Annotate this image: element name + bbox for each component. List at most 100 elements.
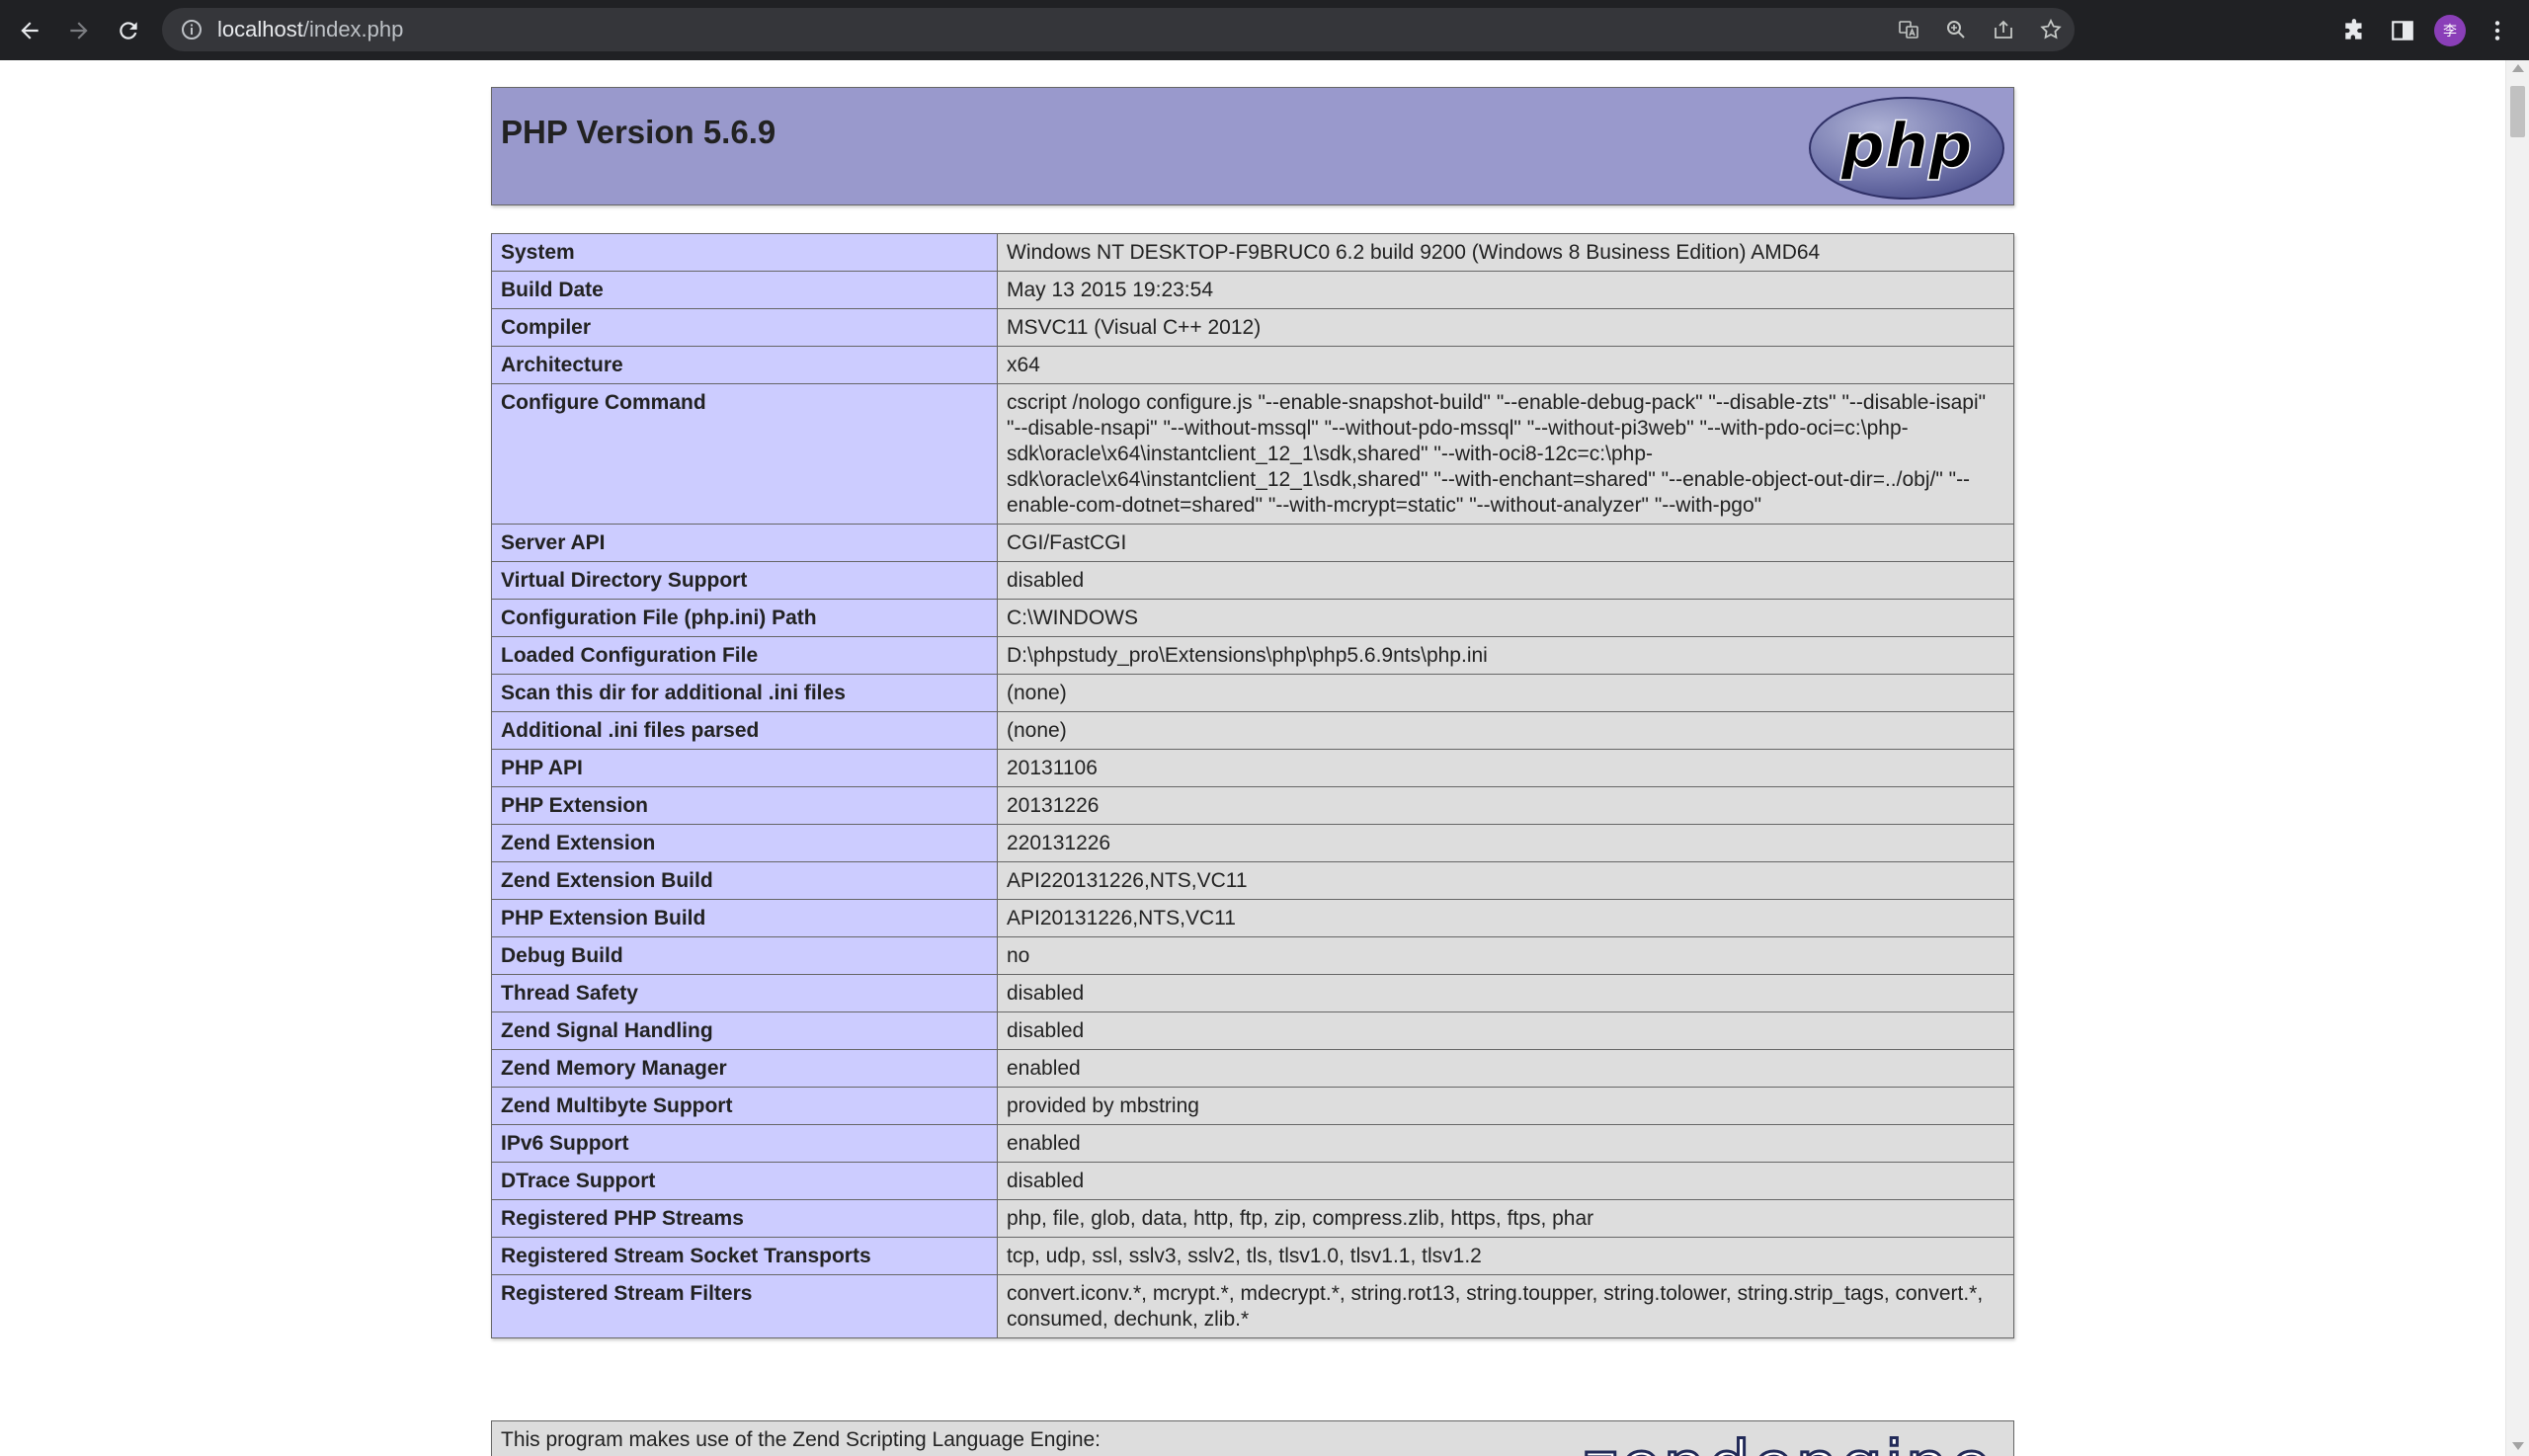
vertical-scrollbar[interactable] — [2505, 60, 2529, 1456]
php-logo-icon[interactable]: php — [1808, 96, 2005, 201]
row-key: Compiler — [491, 308, 998, 347]
bookmark-button[interactable] — [2027, 8, 2075, 51]
table-row: Configuration File (php.ini) Path C:\WIND… — [491, 599, 2014, 637]
table-row: PHP Extension Build API20131226,NTS,VC11 — [491, 899, 2014, 937]
row-key: Registered Stream Socket Transports — [491, 1237, 998, 1275]
menu-button[interactable] — [2474, 7, 2521, 54]
avatar: 李 — [2434, 14, 2466, 46]
url-path: /index.php — [302, 17, 404, 41]
row-value: (none) — [997, 674, 2014, 712]
table-row: Zend Multibyte Support provided by mbstri… — [491, 1087, 2014, 1125]
row-value: 20131106 — [997, 749, 2014, 787]
row-key: System — [491, 233, 998, 272]
row-key: Architecture — [491, 346, 998, 384]
zoom-icon — [1947, 21, 1965, 39]
row-key: PHP Extension Build — [491, 899, 998, 937]
scrollbar-thumb[interactable] — [2510, 86, 2525, 137]
table-row: Registered Stream Socket Transports tcp, … — [491, 1237, 2014, 1275]
table-row: Loaded Configuration File D:\phpstudy_pro… — [491, 636, 2014, 675]
side-panel-icon — [2392, 20, 2413, 40]
row-value: disabled — [997, 1011, 2014, 1050]
table-row: Zend Memory Manager enabled — [491, 1049, 2014, 1088]
row-value: enabled — [997, 1124, 2014, 1163]
row-value: x64 — [997, 346, 2014, 384]
row-value: php, file, glob, data, http, ftp, zip, c… — [997, 1199, 2014, 1238]
url-text[interactable]: localhost/index.php — [217, 17, 403, 42]
row-value: enabled — [997, 1049, 2014, 1088]
row-key: PHP API — [491, 749, 998, 787]
row-value: convert.iconv.*, mcrypt.*, mdecrypt.*, s… — [997, 1274, 2014, 1338]
table-row: Build Date May 13 2015 19:23:54 — [491, 271, 2014, 309]
row-key: Thread Safety — [491, 974, 998, 1012]
row-value: (none) — [997, 711, 2014, 750]
kebab-menu-icon — [2494, 20, 2500, 40]
translate-button[interactable] — [1885, 8, 1932, 51]
reload-icon — [120, 21, 137, 40]
table-row: Debug Build no — [491, 936, 2014, 975]
table-row: Zend Signal Handling disabled — [491, 1011, 2014, 1050]
row-value: 220131226 — [997, 824, 2014, 862]
translate-icon — [1899, 21, 1918, 39]
back-button[interactable] — [10, 11, 49, 50]
address-bar[interactable]: localhost/index.php — [162, 8, 2075, 51]
forward-button[interactable] — [59, 11, 99, 50]
row-value: MSVC11 (Visual C++ 2012) — [997, 308, 2014, 347]
row-value: provided by mbstring — [997, 1087, 2014, 1125]
table-row: Registered PHP Streams php, file, glob, d… — [491, 1199, 2014, 1238]
table-row: PHP Extension 20131226 — [491, 786, 2014, 825]
zend-description: This program makes use of the Zend Scrip… — [501, 1428, 1101, 1451]
share-icon — [1995, 20, 2012, 39]
arrow-left-icon — [21, 21, 39, 40]
row-value: C:\WINDOWS — [997, 599, 2014, 637]
php-header: PHP Version 5.6.9 php — [491, 87, 2014, 205]
zend-engine-box: This program makes use of the Zend Scrip… — [491, 1420, 2014, 1456]
row-key: Registered Stream Filters — [491, 1274, 998, 1338]
table-row: Architecture x64 — [491, 346, 2014, 384]
extensions-button[interactable] — [2331, 7, 2379, 54]
row-key: Additional .ini files parsed — [491, 711, 998, 750]
arrow-right-icon — [70, 21, 88, 40]
row-key: Virtual Directory Support — [491, 561, 998, 600]
row-value: no — [997, 936, 2014, 975]
side-panel-button[interactable] — [2379, 7, 2426, 54]
row-key: Debug Build — [491, 936, 998, 975]
row-value: 20131226 — [997, 786, 2014, 825]
row-value: disabled — [997, 1162, 2014, 1200]
table-row: Registered Stream Filters convert.iconv.*… — [491, 1274, 2014, 1338]
info-icon[interactable] — [180, 18, 204, 41]
row-key: Zend Extension Build — [491, 861, 998, 900]
row-key: Loaded Configuration File — [491, 636, 998, 675]
puzzle-icon — [2345, 18, 2362, 40]
row-key: Zend Multibyte Support — [491, 1087, 998, 1125]
zoom-button[interactable] — [1932, 8, 1980, 51]
star-icon — [2040, 18, 2062, 40]
php-info-table: System Windows NT DESKTOP-F9BRUC0 6.2 bui… — [491, 233, 2014, 1338]
table-row: Additional .ini files parsed (none) — [491, 711, 2014, 750]
row-value: May 13 2015 19:23:54 — [997, 271, 2014, 309]
row-value: API20131226,NTS,VC11 — [997, 899, 2014, 937]
profile-button[interactable]: 李 — [2426, 7, 2474, 54]
table-row: Configure Command cscript /nologo configu… — [491, 383, 2014, 525]
page-title: PHP Version 5.6.9 — [501, 114, 776, 150]
table-row: IPv6 Support enabled — [491, 1124, 2014, 1163]
zend-engine-logo-icon[interactable]: zendengine — [1583, 1423, 2007, 1456]
table-row: Zend Extension Build API220131226,NTS,VC1… — [491, 861, 2014, 900]
row-key: Zend Signal Handling — [491, 1011, 998, 1050]
row-value: Windows NT DESKTOP-F9BRUC0 6.2 build 920… — [997, 233, 2014, 272]
row-value: D:\phpstudy_pro\Extensions\php\php5.6.9n… — [997, 636, 2014, 675]
table-row: Virtual Directory Support disabled — [491, 561, 2014, 600]
zend-logo-text: zendengine — [1583, 1427, 1994, 1456]
scroll-down-arrow-icon[interactable] — [2512, 1442, 2524, 1450]
row-key: Server API — [491, 524, 998, 562]
row-key: IPv6 Support — [491, 1124, 998, 1163]
row-key: Zend Extension — [491, 824, 998, 862]
row-value: cscript /nologo configure.js "--enable-s… — [997, 383, 2014, 525]
row-key: Configure Command — [491, 383, 998, 525]
row-value: API220131226,NTS,VC11 — [997, 861, 2014, 900]
reload-button[interactable] — [109, 11, 148, 50]
row-key: DTrace Support — [491, 1162, 998, 1200]
scroll-up-arrow-icon[interactable] — [2512, 64, 2524, 72]
share-button[interactable] — [1980, 8, 2027, 51]
row-value: CGI/FastCGI — [997, 524, 2014, 562]
row-key: Zend Memory Manager — [491, 1049, 998, 1088]
